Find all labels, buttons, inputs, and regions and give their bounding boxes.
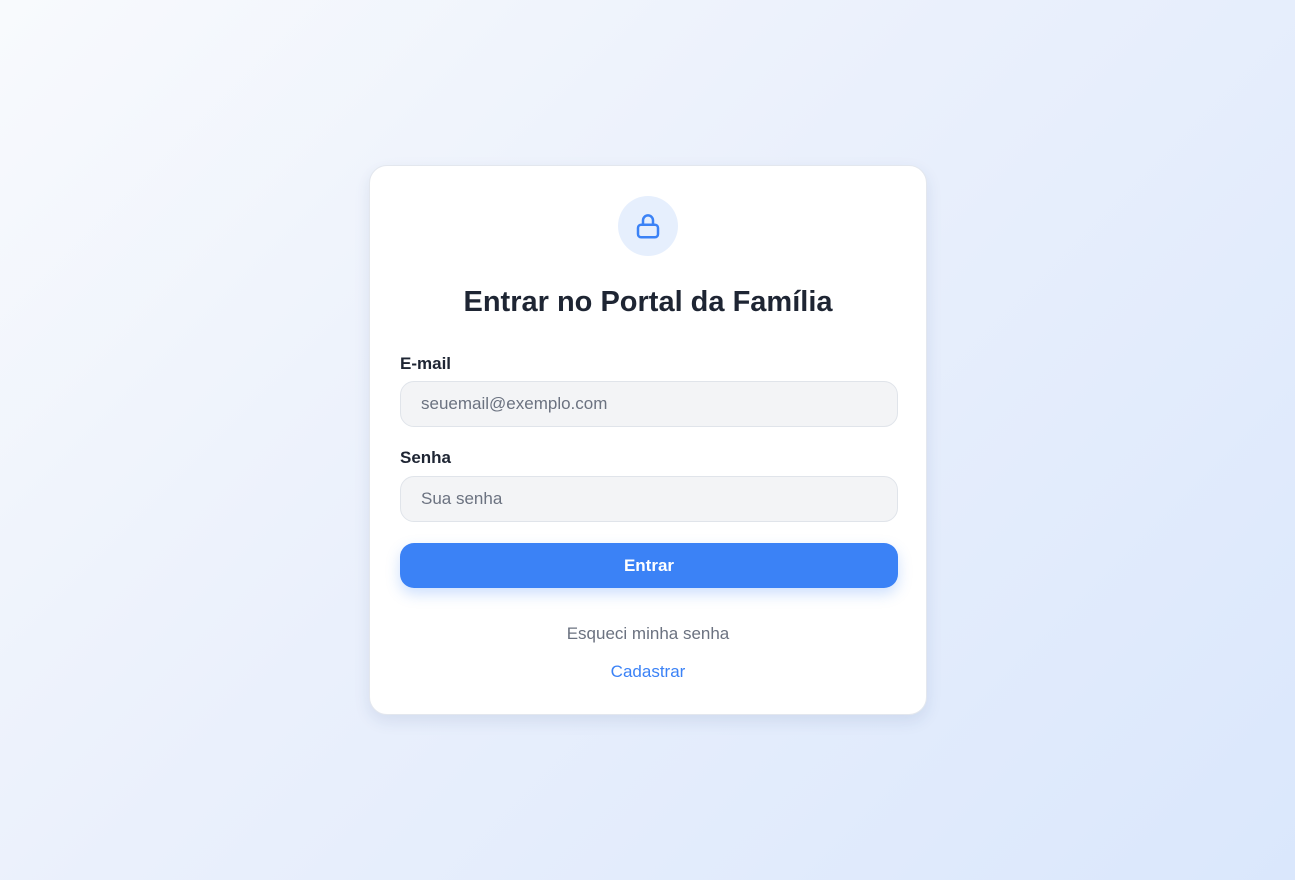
signup-link[interactable]: Cadastrar	[370, 662, 926, 682]
email-label: E-mail	[400, 354, 452, 373]
login-button[interactable]: Entrar	[400, 543, 898, 588]
password-label: Senha	[400, 448, 452, 467]
login-card: Entrar no Portal da Família E-mail Senha…	[369, 165, 927, 715]
lock-badge	[618, 196, 678, 256]
forgot-password-link[interactable]: Esqueci minha senha	[370, 624, 926, 644]
lock-icon	[636, 214, 660, 239]
password-input[interactable]	[400, 476, 898, 522]
email-input[interactable]	[400, 381, 898, 427]
page-title: Entrar no Portal da Família	[463, 286, 833, 318]
